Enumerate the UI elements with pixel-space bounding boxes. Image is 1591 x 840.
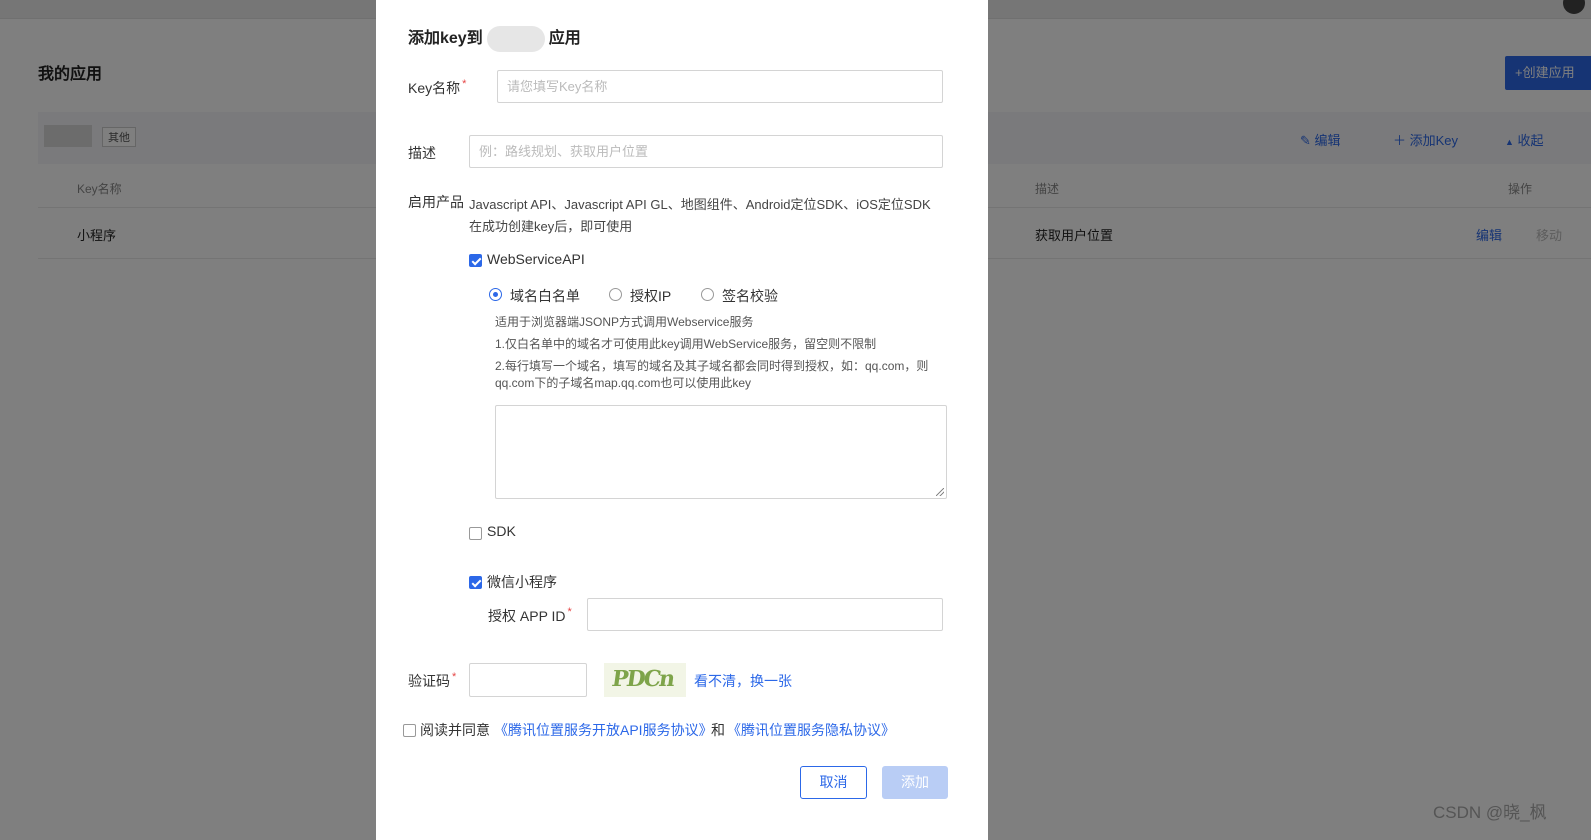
required-mark: * xyxy=(567,606,572,618)
sdk-checkbox[interactable] xyxy=(469,527,482,540)
captcha-refresh-link[interactable]: 看不清，换一张 xyxy=(694,671,792,691)
agreement-prefix: 阅读并同意 xyxy=(420,722,490,738)
required-mark: * xyxy=(452,671,457,683)
products-description: Javascript API、Javascript API GL、地图组件、An… xyxy=(469,197,931,234)
appid-label: 授权 APP ID * xyxy=(488,606,572,626)
add-button[interactable]: 添加 xyxy=(882,766,948,799)
app-name-blurred xyxy=(486,25,545,52)
agreement-checkbox[interactable] xyxy=(403,724,416,737)
radio-authorized-ip-label[interactable]: 授权IP xyxy=(630,286,671,306)
radio-domain-whitelist-label[interactable]: 域名白名单 xyxy=(510,286,580,306)
appid-input[interactable] xyxy=(587,598,943,631)
description-label: 描述 xyxy=(408,145,436,161)
sdk-label[interactable]: SDK xyxy=(487,523,516,539)
resize-grip-icon[interactable] xyxy=(936,488,944,496)
api-agreement-link[interactable]: 《腾讯位置服务开放API服务协议》 xyxy=(494,720,713,740)
radio-signature-check[interactable] xyxy=(701,288,714,301)
captcha-label-text: 验证码 xyxy=(408,673,450,689)
key-name-label: Key名称 * xyxy=(408,78,466,98)
captcha-image[interactable]: PDCn xyxy=(604,663,686,697)
agreement-and: 和 xyxy=(711,722,725,738)
hint-line-3: 2.每行填写一个域名，填写的域名及其子域名都会同时得到授权，如：qq.com，则… xyxy=(495,359,929,390)
cancel-button[interactable]: 取消 xyxy=(800,766,867,799)
description-input[interactable] xyxy=(469,135,943,168)
captcha-text: PDCn xyxy=(610,666,675,692)
csdn-watermark: CSDN @晓_枫 xyxy=(1433,803,1547,822)
required-mark: * xyxy=(462,78,467,90)
webservice-label[interactable]: WebServiceAPI xyxy=(487,251,585,267)
modal-title-suffix: 应用 xyxy=(548,30,581,47)
hint-line-2: 1.仅白名单中的域名才可使用此key调用WebService服务，留空则不限制 xyxy=(495,337,877,351)
radio-authorized-ip[interactable] xyxy=(609,288,622,301)
privacy-agreement-link[interactable]: 《腾讯位置服务隐私协议》 xyxy=(727,720,895,740)
modal-title: 添加key到 应用 xyxy=(408,24,581,52)
captcha-label: 验证码 * xyxy=(408,671,456,691)
products-label: 启用产品 xyxy=(408,194,464,210)
radio-domain-whitelist[interactable] xyxy=(489,288,502,301)
radio-signature-check-label[interactable]: 签名校验 xyxy=(722,286,778,306)
hint-line-1: 适用于浏览器端JSONP方式调用Webservice服务 xyxy=(495,315,754,329)
miniprogram-checkbox[interactable] xyxy=(469,576,482,589)
modal-title-prefix: 添加key到 xyxy=(408,30,483,47)
webservice-checkbox[interactable] xyxy=(469,254,482,267)
miniprogram-label[interactable]: 微信小程序 xyxy=(487,572,557,592)
appid-label-text: 授权 APP ID xyxy=(488,608,566,624)
add-key-modal: 添加key到应用 Key名称* 描述 启用产品 Javascript API、J… xyxy=(376,0,988,840)
key-name-input[interactable] xyxy=(497,70,943,103)
captcha-input[interactable] xyxy=(469,663,587,697)
domain-whitelist-textarea[interactable] xyxy=(495,405,947,499)
key-name-label-text: Key名称 xyxy=(408,80,461,96)
